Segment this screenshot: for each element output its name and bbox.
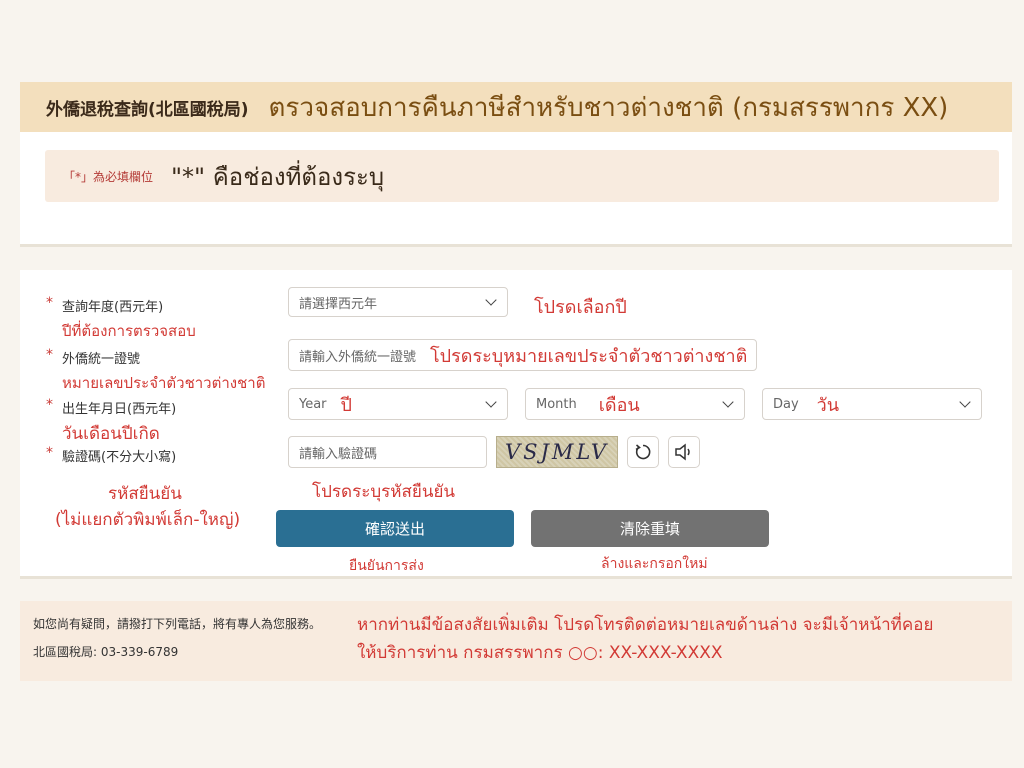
speaker-icon [675, 443, 690, 461]
year-select[interactable]: 請選擇西元年 [288, 287, 508, 317]
year-placeholder-thai: โปรดเลือกปี [534, 297, 627, 318]
page-title-thai: ตรวจสอบการคืนภาษีสำหรับชาวต่างชาติ (กรมส… [268, 92, 949, 123]
birth-month-placeholder: Month [536, 396, 577, 412]
contact-phone: 北區國稅局: 03-339-6789 [33, 645, 179, 659]
reset-button[interactable]: 清除重填 [531, 510, 769, 547]
birth-label: 出生年月日(西元年) [62, 402, 177, 417]
header-card: 外僑退稅查詢(北區國稅局) ตรวจสอบการคืนภาษีสำหรับชาว… [20, 82, 1012, 247]
reset-thai: ล้างและกรอกใหม่ [601, 556, 708, 572]
required-mark: * [46, 295, 53, 311]
id-placeholder-thai: โปรดระบุหมายเลขประจำตัวชาวต่างชาติ [430, 345, 748, 367]
required-mark: * [46, 347, 53, 363]
required-note: 「*」為必填欄位 [63, 169, 154, 184]
id-label-thai: หมายเลขประจำตัวชาวต่างชาติ [62, 374, 266, 392]
id-input-placeholder: 請輸入外僑統一證號 [299, 349, 417, 365]
header-bar: 外僑退稅查詢(北區國稅局) ตรวจสอบการคืนภาษีสำหรับชาว… [20, 82, 1012, 132]
contact-line-thai: หากท่านมีข้อสงสัยเพิ่มเติม โปรดโทรติดต่อ… [357, 615, 934, 635]
captcha-label-thai-note: (ไม่แยกตัวพิมพ์เล็ก-ใหญ่) [55, 510, 241, 530]
chevron-down-icon [485, 396, 497, 408]
required-mark: * [46, 397, 53, 413]
required-note-thai: "*" คือช่องที่ต้องระบุ [171, 162, 385, 191]
captcha-input[interactable]: 請輸入驗證碼 [288, 436, 487, 468]
query-form: * 查詢年度(西元年) ปีที่ต้องการตรวจสอบ 請選擇西元年 โ… [20, 270, 1012, 579]
audio-captcha-button[interactable] [668, 436, 700, 468]
captcha-input-placeholder: 請輸入驗證碼 [299, 446, 378, 462]
chevron-down-icon [959, 396, 971, 408]
refresh-captcha-button[interactable] [627, 436, 659, 468]
birth-day-select[interactable]: Day วัน [762, 388, 982, 420]
chevron-down-icon [485, 294, 497, 306]
captcha-image: VSJMLV [496, 436, 618, 468]
chevron-down-icon [722, 396, 734, 408]
birth-year-thai: ปี [340, 394, 352, 416]
submit-button[interactable]: 確認送出 [276, 510, 514, 547]
birth-day-placeholder: Day [773, 396, 799, 412]
year-label-thai: ปีที่ต้องการตรวจสอบ [62, 322, 196, 340]
birth-day-thai: วัน [816, 394, 840, 416]
required-notice: 「*」為必填欄位 "*" คือช่องที่ต้องระบุ [45, 150, 999, 202]
year-select-placeholder: 請選擇西元年 [299, 296, 378, 312]
captcha-placeholder-thai: โปรดระบุรหัสยืนยัน [312, 482, 456, 502]
birth-month-select[interactable]: Month เดือน [525, 388, 745, 420]
birth-label-thai: วันเดือนปีเกิด [62, 424, 160, 444]
contact-phone-thai: ให้บริการท่าน กรมสรรพากร ○○: XX-XXX-XXXX [357, 643, 723, 663]
submit-thai: ยืนยันการส่ง [349, 558, 424, 574]
page-title: 外僑退稅查詢(北區國稅局) [46, 99, 249, 120]
required-mark: * [46, 445, 53, 461]
captcha-label-thai: รหัสยืนยัน [108, 484, 182, 504]
birth-month-thai: เดือน [598, 394, 640, 416]
birth-year-select[interactable]: Year ปี [288, 388, 508, 420]
id-input[interactable]: 請輸入外僑統一證號 โปรดระบุหมายเลขประจำตัวชาวต่าง… [288, 339, 757, 371]
contact-info: 如您尚有疑問，請撥打下列電話，將有專人為您服務。 北區國稅局: 03-339-6… [20, 601, 1012, 681]
year-label: 查詢年度(西元年) [62, 300, 164, 315]
captcha-label: 驗證碼(不分大小寫) [62, 450, 177, 465]
contact-line: 如您尚有疑問，請撥打下列電話，將有專人為您服務。 [33, 617, 322, 631]
id-label: 外僑統一證號 [62, 352, 141, 367]
refresh-icon [635, 444, 651, 460]
birth-year-placeholder: Year [299, 396, 327, 412]
